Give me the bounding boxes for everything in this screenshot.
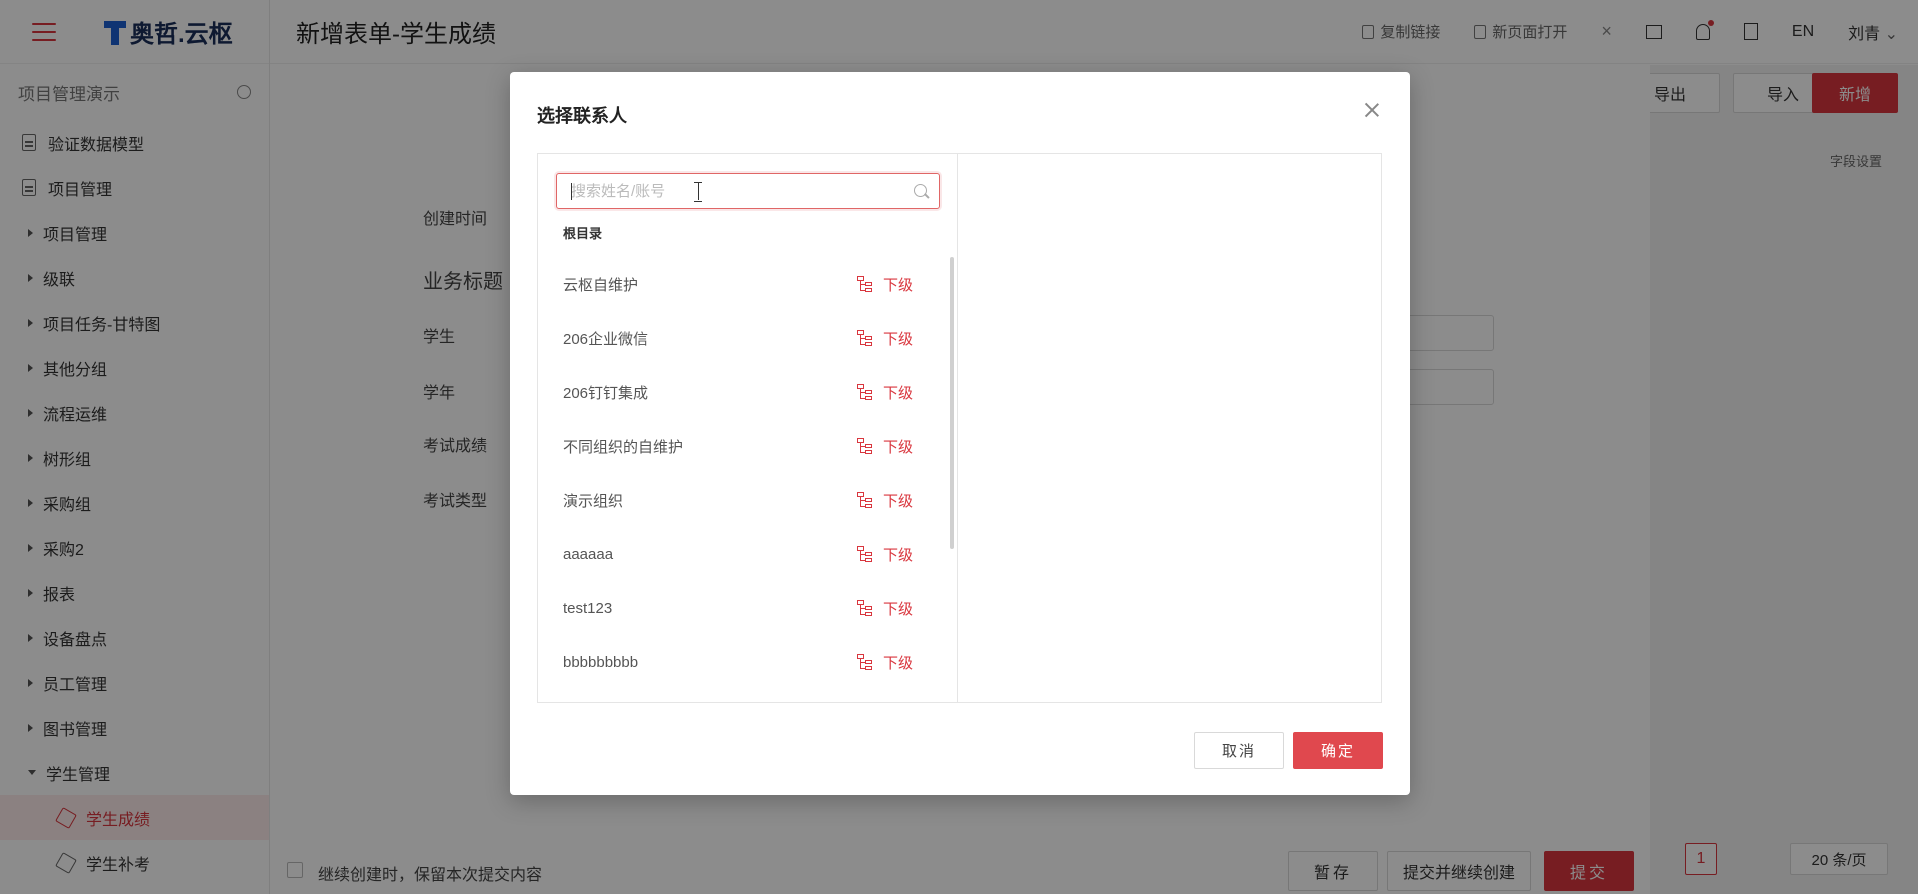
ibeam-cursor-icon (694, 182, 702, 202)
tree-icon (856, 492, 873, 508)
sub-level-link[interactable]: 下级 (856, 382, 913, 403)
list-scrollbar[interactable] (950, 257, 954, 549)
sub-level-label: 下级 (882, 600, 913, 618)
org-name: 206钉钉集成 (563, 384, 649, 402)
close-icon[interactable] (1364, 102, 1380, 118)
sub-level-label: 下级 (882, 492, 913, 510)
text-cursor (571, 183, 572, 200)
tree-icon (856, 384, 873, 400)
list-item[interactable]: 演示组织 下级 (538, 473, 943, 527)
cancel-button[interactable]: 取消 (1194, 732, 1284, 769)
sub-level-label: 下级 (882, 330, 913, 348)
sub-level-link[interactable]: 下级 (856, 436, 913, 457)
select-contact-dialog: 选择联系人 根目录 云枢自维护 下级 206企业微信 下级 (510, 72, 1410, 795)
org-name: test123 (563, 599, 613, 617)
sub-level-link[interactable]: 下级 (856, 490, 913, 511)
search-input[interactable] (557, 174, 887, 208)
org-list: 云枢自维护 下级 206企业微信 下级 206钉钉集成 下级 不同组织的自维护 … (538, 257, 943, 689)
sub-level-link[interactable]: 下级 (856, 328, 913, 349)
sub-level-label: 下级 (882, 276, 913, 294)
contact-picker: 根目录 云枢自维护 下级 206企业微信 下级 206钉钉集成 下级 不同组织的… (537, 153, 1382, 703)
sub-level-label: 下级 (882, 438, 913, 456)
search-icon[interactable] (914, 184, 927, 197)
list-item[interactable]: 不同组织的自维护 下级 (538, 419, 943, 473)
sub-level-link[interactable]: 下级 (856, 274, 913, 295)
sub-level-label: 下级 (882, 546, 913, 564)
tree-icon (856, 276, 873, 292)
tree-icon (856, 654, 873, 670)
org-tree-panel: 根目录 云枢自维护 下级 206企业微信 下级 206钉钉集成 下级 不同组织的… (538, 154, 958, 702)
list-item[interactable]: 206企业微信 下级 (538, 311, 943, 365)
tree-icon (856, 330, 873, 346)
selected-contacts-panel (959, 154, 1381, 702)
tree-icon (856, 600, 873, 616)
sub-level-link[interactable]: 下级 (856, 544, 913, 565)
tree-icon (856, 546, 873, 562)
sub-level-link[interactable]: 下级 (856, 598, 913, 619)
list-item[interactable]: test123 下级 (538, 581, 943, 635)
org-name: aaaaaa (563, 545, 614, 563)
list-item[interactable]: aaaaaa 下级 (538, 527, 943, 581)
sub-level-label: 下级 (882, 384, 913, 402)
org-name: bbbbbbbbb (563, 653, 639, 671)
org-name: 云枢自维护 (563, 276, 639, 294)
list-item[interactable]: 云枢自维护 下级 (538, 257, 943, 311)
org-name: 演示组织 (563, 492, 624, 510)
list-item[interactable]: 206钉钉集成 下级 (538, 365, 943, 419)
org-name: 206企业微信 (563, 330, 649, 348)
list-item[interactable]: bbbbbbbbb 下级 (538, 635, 943, 689)
confirm-button[interactable]: 确定 (1293, 732, 1383, 769)
sub-level-label: 下级 (882, 654, 913, 672)
tree-icon (856, 438, 873, 454)
dialog-title: 选择联系人 (537, 106, 627, 126)
sub-level-link[interactable]: 下级 (856, 652, 913, 673)
search-box[interactable] (556, 173, 940, 209)
org-name: 不同组织的自维护 (563, 438, 684, 456)
root-breadcrumb[interactable]: 根目录 (563, 223, 602, 242)
